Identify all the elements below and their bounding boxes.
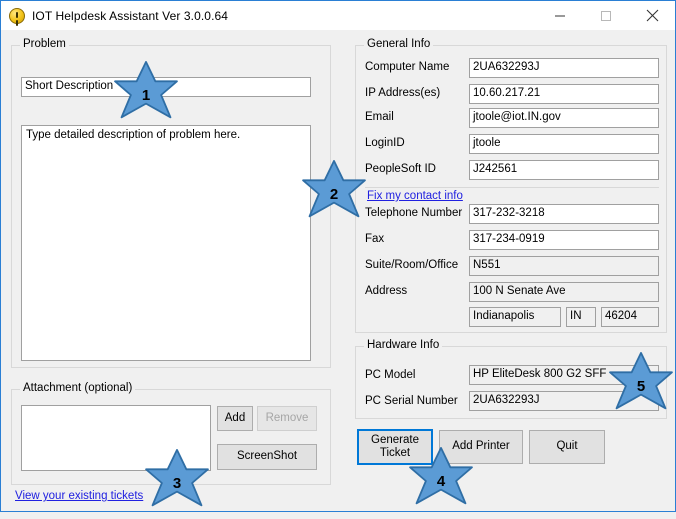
minimize-button[interactable] (537, 1, 583, 30)
annotation-badge-5-number: 5 (636, 377, 646, 395)
email-label: Email (365, 111, 394, 123)
maximize-button[interactable] (583, 1, 629, 30)
fax-field[interactable]: 317-234-0919 (469, 230, 659, 250)
peoplesoft-id-label: PeopleSoft ID (365, 163, 436, 175)
annotation-badge-3: 3 (141, 447, 213, 519)
state-field[interactable]: IN (566, 307, 596, 327)
address-label: Address (365, 285, 408, 297)
title-bar: IOT Helpdesk Assistant Ver 3.0.0.64 (1, 1, 675, 30)
pc-model-label: PC Model (365, 369, 416, 381)
attachment-group-label: Attachment (optional) (20, 382, 136, 394)
quit-button[interactable]: Quit (529, 430, 605, 464)
general-info-divider (365, 187, 659, 188)
annotation-badge-2: 2 (298, 158, 370, 230)
app-warning-icon (9, 7, 25, 24)
fix-my-contact-info-link[interactable]: Fix my contact info (367, 190, 463, 202)
annotation-badge-2-number: 2 (329, 185, 339, 203)
pc-serial-number-label: PC Serial Number (365, 395, 458, 407)
fax-label: Fax (365, 233, 385, 245)
annotation-badge-4: 4 (405, 445, 477, 517)
address-line1-field[interactable]: 100 N Senate Ave (469, 282, 659, 302)
login-id-field[interactable]: jtoole (469, 134, 659, 154)
zip-field[interactable]: 46204 (601, 307, 659, 327)
remove-attachment-button: Remove (257, 406, 317, 431)
ip-address-field[interactable]: 10.60.217.21 (469, 84, 659, 104)
annotation-badge-5: 5 (605, 350, 676, 422)
annotation-badge-1: 1 (110, 59, 182, 131)
telephone-number-label: Telephone Number (365, 207, 463, 219)
computer-name-field[interactable]: 2UA632293J (469, 58, 659, 78)
general-info-group-label: General Info (364, 38, 434, 50)
screenshot-button[interactable]: ScreenShot (217, 444, 317, 470)
problem-group-label: Problem (20, 38, 69, 50)
telephone-number-field[interactable]: 317-232-3218 (469, 204, 659, 224)
peoplesoft-id-field[interactable]: J242561 (469, 160, 659, 180)
suite-room-office-field[interactable]: N551 (469, 256, 659, 276)
city-field[interactable]: Indianapolis (469, 307, 561, 327)
problem-detail-textarea[interactable]: Type detailed description of problem her… (21, 125, 311, 361)
email-field[interactable]: jtoole@iot.IN.gov (469, 108, 659, 128)
suite-room-office-label: Suite/Room/Office (365, 259, 459, 271)
ip-address-label: IP Address(es) (365, 87, 441, 99)
login-id-label: LoginID (365, 137, 405, 149)
window-controls (537, 1, 675, 30)
add-attachment-button[interactable]: Add (217, 406, 253, 431)
computer-name-label: Computer Name (365, 61, 450, 73)
hardware-info-group-label: Hardware Info (364, 339, 443, 351)
annotation-badge-4-number: 4 (436, 472, 446, 490)
close-button[interactable] (629, 1, 675, 30)
annotation-badge-1-number: 1 (141, 86, 151, 104)
annotation-badge-3-number: 3 (172, 474, 182, 492)
window-title: IOT Helpdesk Assistant Ver 3.0.0.64 (32, 8, 229, 23)
view-existing-tickets-link[interactable]: View your existing tickets (15, 490, 143, 502)
application-window: IOT Helpdesk Assistant Ver 3.0.0.64 Prob… (0, 0, 676, 512)
